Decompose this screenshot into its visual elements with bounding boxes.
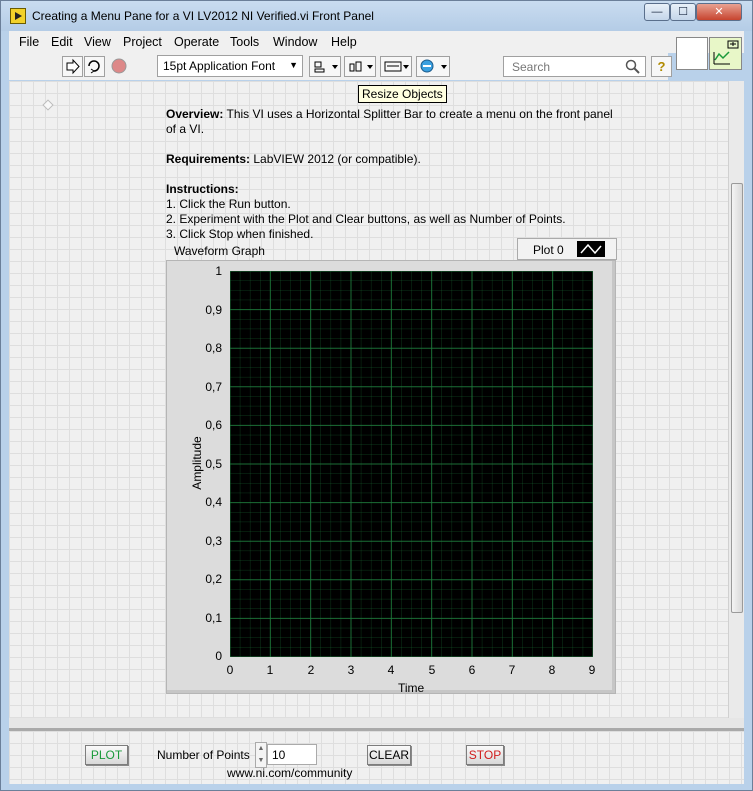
community-link[interactable]: www.ni.com/community <box>227 766 352 780</box>
overview-label: Overview: <box>166 107 224 121</box>
maximize-button[interactable]: ☐ <box>670 3 696 21</box>
align-objects-icon <box>314 61 338 73</box>
vi-icon-pane[interactable] <box>676 37 708 70</box>
run-button[interactable] <box>62 56 83 77</box>
tooltip: Resize Objects <box>358 85 447 103</box>
legend-plot-name: Plot 0 <box>533 243 564 257</box>
align-objects-button[interactable] <box>309 56 341 77</box>
search-placeholder: Search <box>512 60 551 74</box>
x-axis-title: Time <box>398 681 425 695</box>
overview-text: This VI uses a Horizontal Splitter Bar t… <box>166 107 613 136</box>
number-of-points-input[interactable]: 10 <box>267 744 317 765</box>
search-icon <box>625 59 640 74</box>
connector-pane[interactable] <box>709 37 742 70</box>
graph-label: Waveform Graph <box>174 244 265 258</box>
menu-operate[interactable]: Operate <box>174 35 219 49</box>
legend-line-swatch <box>577 241 605 257</box>
graph-connector-icon <box>713 40 739 65</box>
x-tick-label: 8 <box>548 663 556 677</box>
x-tick-label: 4 <box>387 663 395 677</box>
y-tick-label: 0,4 <box>205 495 222 509</box>
x-tick-label: 1 <box>266 663 274 677</box>
scrollbar-thumb[interactable] <box>731 183 743 613</box>
run-continuously-button[interactable] <box>84 56 105 77</box>
instruction-step: 1. Click the Run button. <box>166 197 291 211</box>
menu-help[interactable]: Help <box>331 35 357 49</box>
y-tick-label: 0,6 <box>205 418 222 432</box>
minimize-button[interactable]: — <box>644 3 670 21</box>
font-ring-value: 15pt Application Font <box>163 59 276 73</box>
y-tick-label: 0,7 <box>205 380 222 394</box>
y-tick-label: 0,2 <box>205 572 222 586</box>
menu-bar: File Edit View Project Operate Tools Win… <box>9 31 744 53</box>
chevron-down-icon: ▼ <box>289 60 298 70</box>
title-bar: Creating a Menu Pane for a VI LV2012 NI … <box>1 1 752 31</box>
run-continuously-icon <box>88 60 100 74</box>
menu-window[interactable]: Window <box>273 35 317 49</box>
labview-window: Creating a Menu Pane for a VI LV2012 NI … <box>0 0 753 791</box>
menu-edit[interactable]: Edit <box>51 35 73 49</box>
font-ring[interactable]: 15pt Application Font ▼ <box>157 55 303 77</box>
run-arrow-icon <box>66 58 80 75</box>
reorder-icon <box>420 59 447 73</box>
requirements-label: Requirements: <box>166 152 251 166</box>
y-tick-label: 0,9 <box>205 303 222 317</box>
number-of-points-label: Number of Points <box>157 748 250 762</box>
y-tick-label: 0 <box>215 649 222 663</box>
x-tick-label: 6 <box>468 663 476 677</box>
abort-stop-icon <box>111 58 127 74</box>
y-tick-label: 0,8 <box>205 341 222 355</box>
toolbar: 15pt Application Font ▼ Search ? <box>9 53 672 80</box>
instructions-label: Instructions: <box>166 182 239 196</box>
plot-area[interactable] <box>230 271 593 657</box>
resize-objects-button[interactable] <box>380 56 412 77</box>
plot-button[interactable]: PLOT <box>85 745 128 765</box>
x-tick-label: 9 <box>588 663 596 677</box>
resize-objects-icon <box>384 61 409 72</box>
clear-button[interactable]: CLEAR <box>367 745 411 765</box>
x-tick-label: 5 <box>428 663 436 677</box>
vertical-scrollbar[interactable] <box>728 81 744 718</box>
distribute-objects-button[interactable] <box>344 56 376 77</box>
x-tick-label: 7 <box>508 663 516 677</box>
menu-view[interactable]: View <box>84 35 111 49</box>
number-of-points-stepper[interactable]: ▲ ▼ <box>255 742 267 768</box>
vi-icon <box>10 8 26 24</box>
plot-legend[interactable]: Plot 0 <box>517 238 617 260</box>
menu-tools[interactable]: Tools <box>230 35 259 49</box>
x-tick-label: 2 <box>307 663 315 677</box>
instruction-step: 2. Experiment with the Plot and Clear bu… <box>166 212 566 226</box>
x-tick-label: 0 <box>226 663 234 677</box>
context-help-button[interactable]: ? <box>651 56 672 77</box>
menu-file[interactable]: File <box>19 35 39 49</box>
y-tick-label: 1 <box>215 264 222 278</box>
instructions-text: Overview: This VI uses a Horizontal Spli… <box>166 107 616 242</box>
x-tick-label: 3 <box>347 663 355 677</box>
abort-button[interactable] <box>109 56 130 77</box>
requirements-text: LabVIEW 2012 (or compatible). <box>250 152 421 166</box>
close-button[interactable]: ✕ <box>696 3 742 21</box>
stop-button[interactable]: STOP <box>466 745 504 765</box>
y-tick-label: 0,1 <box>205 611 222 625</box>
distribute-objects-icon <box>349 61 373 72</box>
pane-bottom-strip <box>9 718 744 728</box>
menu-project[interactable]: Project <box>123 35 162 49</box>
reorder-button[interactable] <box>416 56 450 77</box>
search-input[interactable]: Search <box>503 56 646 77</box>
panel-origin-marker <box>42 99 54 111</box>
y-tick-label: 0,3 <box>205 534 222 548</box>
window-title: Creating a Menu Pane for a VI LV2012 NI … <box>32 9 374 23</box>
y-axis-title: Amplitude <box>190 436 204 490</box>
